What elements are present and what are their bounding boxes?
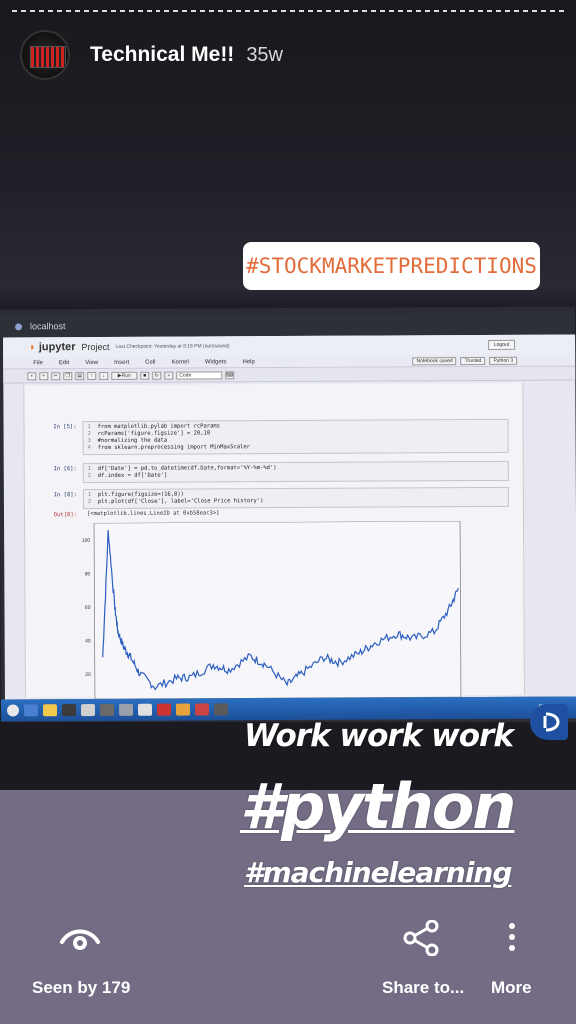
story-progress-bar [12, 10, 565, 12]
output-text: [<matplotlib.lines.Line2D at 0xb58eac3>] [86, 510, 220, 518]
cell-prompt: In [6]: [53, 466, 77, 473]
more-icon [509, 923, 515, 951]
y-tick-label: 60 [85, 605, 91, 611]
cell-code: 1 plt.figure(figsize=(16,8)) 2 plt.plot(df… [82, 486, 509, 510]
taskbar-app-icon [156, 703, 172, 716]
y-tick-label: 80 [85, 571, 91, 577]
taskbar-app-icon [194, 703, 210, 716]
taskbar-app-icon [213, 703, 229, 716]
keyboard-icon: ⌨ [225, 370, 235, 379]
menu-insert: Insert [114, 359, 130, 366]
chrome-icon [175, 703, 191, 716]
code-line: plt.figure(figsize=(16,8)) [97, 491, 184, 498]
taskbar-app-icon [99, 703, 115, 716]
code-line: plt.plot(df['Close'], label='Close Price… [97, 498, 264, 505]
code-cell: In [6]: 1 df['Date'] = pd.to_datetime(df.… [25, 460, 509, 484]
stock-price-chart: 20406080100 2009201020112012201320142015… [82, 521, 462, 711]
kernel-badge: Python 3 [489, 356, 518, 365]
cell-code: 1 df['Date'] = pd.to_datetime(df.Date,for… [82, 460, 509, 484]
taskbar-app-icon [137, 703, 153, 716]
code-line: from sklearn.preprocessing import MinMax… [97, 444, 250, 451]
menu-view: View [85, 359, 99, 366]
save-icon: ▪ [27, 371, 37, 380]
share-label: Share to... [382, 978, 465, 997]
caption-line: Work work work [244, 718, 514, 754]
eye-icon [60, 929, 100, 950]
restart-icon: ↻ [152, 371, 162, 380]
logout-button: Logout [487, 339, 516, 350]
menu-widgets: Widgets [204, 358, 227, 365]
more-label: More [491, 978, 532, 997]
run-button: ▶ Run [111, 371, 138, 380]
sound-icon[interactable] [530, 704, 568, 740]
menu-kernel: Kernel [171, 359, 189, 366]
caption-hashtag[interactable]: #machinelearning [244, 856, 512, 889]
browser-url: localhost [29, 321, 66, 332]
move-down-icon: ↓ [99, 371, 109, 380]
taskbar-app-icon [61, 704, 77, 717]
taskbar-app-icon [118, 703, 134, 716]
start-icon [6, 704, 20, 717]
browser-address-bar: localhost [0, 312, 576, 338]
folder-icon [42, 704, 58, 717]
y-tick-label: 100 [82, 538, 91, 544]
move-up-icon: ↑ [87, 371, 97, 380]
story-header: Technical Me!! 35w [20, 30, 283, 80]
username[interactable]: Technical Me!! [90, 43, 234, 67]
cell-prompt: In [5]: [53, 424, 77, 431]
notebook-title: Project [81, 341, 110, 353]
menu-file: File [33, 359, 43, 366]
share-button[interactable]: Share to... [382, 920, 464, 997]
code-line: rcParams['figure.figsize'] = 20,10 [97, 430, 211, 437]
caption-hashtag[interactable]: #python [240, 770, 516, 843]
code-line: from matplotlib.pylab import rcParams [97, 423, 221, 430]
taskbar-app-icon [23, 704, 39, 717]
jupyter-toolbar: ▪ + ✂ ❐ ▤ ↑ ↓ ▶ Run ■ ↻ » Code ⌨ [3, 366, 576, 384]
seen-by-label: Seen by 179 [32, 978, 131, 997]
cell-type-select: Code [176, 370, 223, 380]
code-line: df.index = df['Date'] [97, 472, 168, 479]
add-cell-icon: + [39, 371, 49, 380]
copy-icon: ❐ [63, 371, 73, 380]
seen-by-button[interactable]: Seen by 179 [32, 920, 132, 997]
hashtag-sticker[interactable]: #STOCKMARKETPREDICTIONS [243, 242, 540, 290]
more-button[interactable]: More [486, 920, 536, 997]
stop-icon: ■ [140, 371, 150, 380]
notebook-saved-badge: Notebook saved [412, 356, 457, 365]
y-tick-label: 20 [85, 672, 91, 678]
post-time: 35w [246, 43, 284, 66]
story-photo: localhost ◗ jupyter Project Last Checkpo… [0, 306, 576, 726]
menu-edit: Edit [58, 359, 70, 366]
checkpoint-status: Last Checkpoint: Yesterday at 8:18 PM (a… [115, 343, 230, 350]
taskbar-app-icon [80, 704, 96, 717]
code-cell: In [5]: 1 from matplotlib.pylab import rc… [25, 418, 509, 456]
cell-code: 1 from matplotlib.pylab import rcParams 2… [82, 418, 509, 456]
y-tick-label: 40 [85, 638, 91, 644]
cell-prompt: In [8]: [53, 492, 77, 499]
info-icon [14, 322, 23, 330]
fast-forward-icon: » [164, 371, 174, 380]
code-line: #normalizing the data [97, 437, 168, 444]
trusted-badge: Trusted [460, 356, 486, 365]
jupyter-logo: ◗ jupyter [29, 341, 76, 354]
output-cell: Out[8]: [<matplotlib.lines.Line2D at 0xb… [25, 507, 509, 521]
menu-help: Help [242, 358, 255, 365]
output-prompt: Out[8]: [53, 512, 78, 519]
jupyter-screen: ◗ jupyter Project Last Checkpoint: Yeste… [3, 334, 576, 711]
code-line: df['Date'] = pd.to_datetime(df.Date,form… [97, 465, 277, 472]
code-cell: In [8]: 1 plt.figure(figsize=(16,8)) 2 plt… [25, 486, 509, 510]
menu-cell: Cell [145, 359, 156, 366]
share-icon [403, 920, 439, 956]
plot-area [93, 521, 462, 700]
paste-icon: ▤ [75, 371, 85, 380]
avatar[interactable] [20, 30, 70, 80]
cut-icon: ✂ [51, 371, 61, 380]
